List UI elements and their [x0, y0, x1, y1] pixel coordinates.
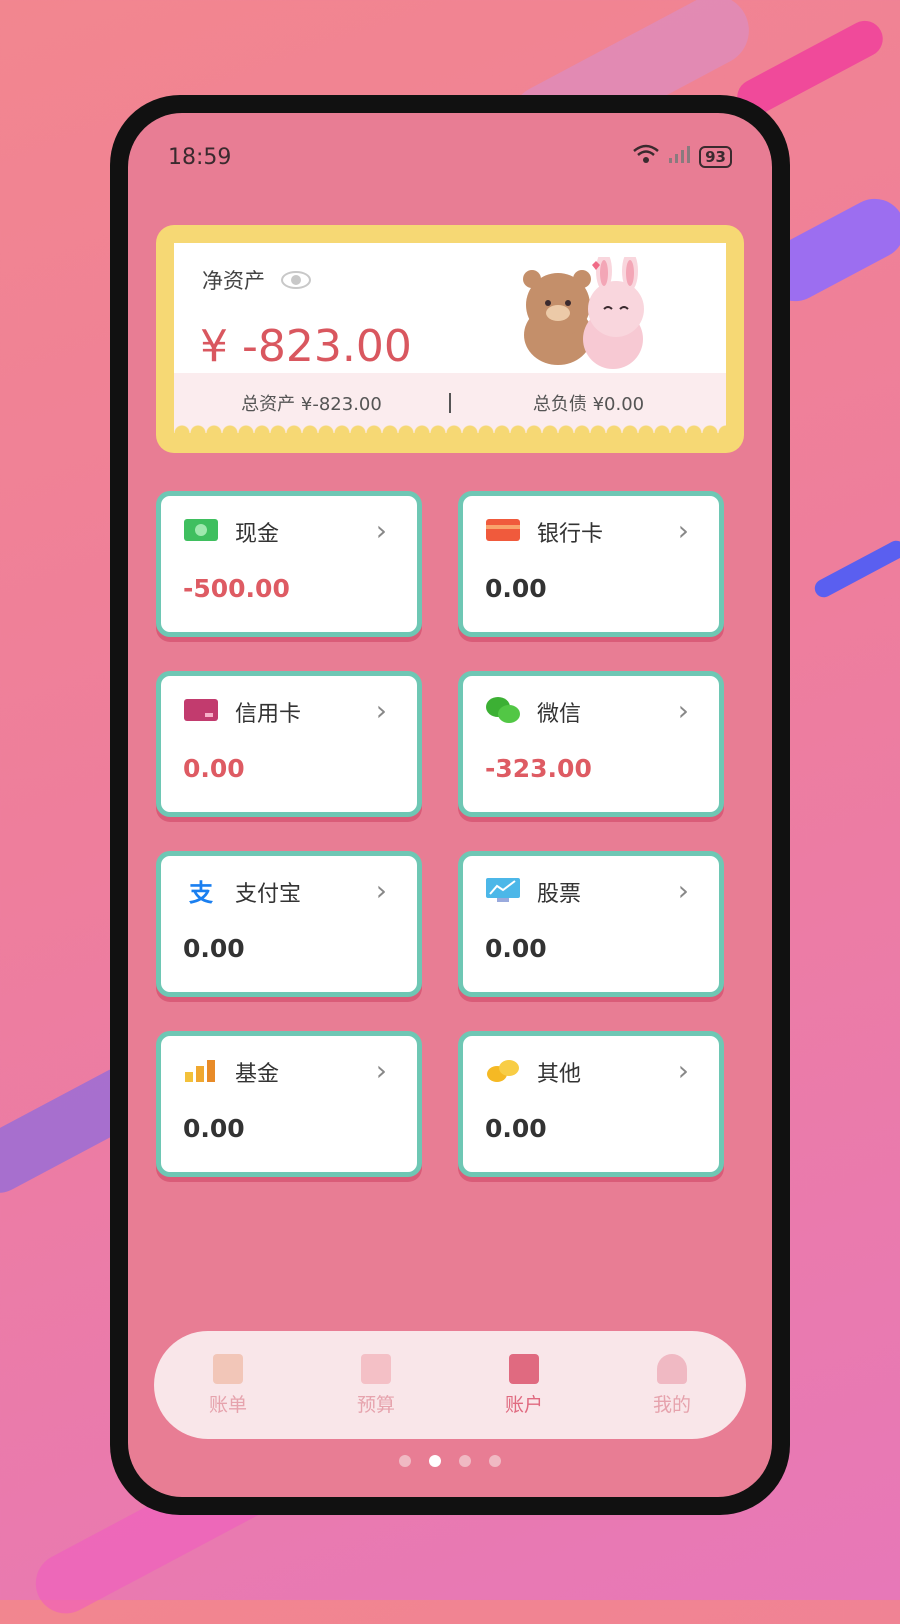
net-assets-header: 净资产 [202, 265, 311, 295]
account-card-alipay[interactable]: 支 支付宝 › 0.00 [156, 851, 422, 997]
page-indicator [128, 1455, 772, 1467]
eye-icon[interactable] [281, 271, 311, 289]
chevron-right-icon: › [375, 514, 387, 547]
chevron-right-icon: › [375, 874, 387, 907]
account-label: 微信 [537, 702, 582, 727]
page-dot [459, 1455, 471, 1467]
account-card-cash[interactable]: 现金 › -500.00 [156, 491, 422, 637]
chevron-right-icon: › [375, 694, 387, 727]
chevron-right-icon: › [375, 1054, 387, 1087]
phone-screen: 18:59 93 净资产 ¥ -823.00 总资产 ¥-823.00 总负债 … [128, 113, 772, 1497]
account-card-credit[interactable]: 信用卡 › 0.00 [156, 671, 422, 817]
status-time: 18:59 [168, 144, 232, 170]
net-assets-amount: ¥ -823.00 [200, 321, 412, 372]
chevron-right-icon: › [677, 1054, 689, 1087]
tab-label: 账单 [208, 1393, 247, 1416]
tab-label: 我的 [652, 1393, 691, 1416]
budget-icon [361, 1353, 391, 1384]
account-balance: 0.00 [183, 1114, 245, 1143]
account-balance: -500.00 [183, 574, 290, 603]
stock-icon [485, 876, 521, 904]
account-label: 股票 [537, 882, 582, 907]
tab-budget[interactable]: 预算 [326, 1353, 426, 1417]
chevron-right-icon: › [677, 874, 689, 907]
page-dot [399, 1455, 411, 1467]
account-balance: 0.00 [485, 934, 547, 963]
page-dot-active [429, 1455, 441, 1467]
tab-profile[interactable]: 我的 [622, 1353, 722, 1417]
account-card-wechat[interactable]: 微信 › -323.00 [458, 671, 724, 817]
account-label: 其他 [537, 1062, 582, 1087]
chevron-right-icon: › [677, 514, 689, 547]
account-label: 银行卡 [537, 522, 604, 547]
tab-bill[interactable]: 账单 [178, 1353, 278, 1417]
account-balance: -323.00 [485, 754, 592, 783]
account-label: 基金 [235, 1062, 280, 1087]
tab-label: 账户 [504, 1393, 543, 1416]
total-liabilities: 总负债 ¥0.00 [532, 394, 645, 415]
wifi-icon [633, 144, 659, 170]
account-balance: 0.00 [485, 1114, 547, 1143]
bg-stripe [811, 537, 900, 601]
bill-icon [213, 1353, 243, 1384]
tab-label: 预算 [356, 1393, 395, 1416]
chevron-right-icon: › [677, 694, 689, 727]
signal-icon [667, 144, 691, 170]
battery-indicator: 93 [699, 146, 732, 168]
phone-frame: 18:59 93 净资产 ¥ -823.00 总资产 ¥-823.00 总负债 … [110, 95, 790, 1515]
account-balance: 0.00 [183, 754, 245, 783]
bear-bunny-illustration [523, 257, 644, 369]
account-card-bank[interactable]: 银行卡 › 0.00 [458, 491, 724, 637]
account-label: 信用卡 [235, 702, 302, 727]
status-bar: 18:59 93 [168, 137, 732, 177]
alipay-icon: 支 [189, 878, 213, 907]
net-assets-title: 净资产 [202, 269, 265, 293]
wechat-icon [485, 696, 521, 724]
coins-icon [485, 1056, 521, 1084]
bottom-tab-bar: 账单 预算 账户 我的 [154, 1331, 746, 1439]
account-card-other[interactable]: 其他 › 0.00 [458, 1031, 724, 1177]
fund-icon [183, 1056, 219, 1084]
account-label: 现金 [235, 522, 280, 547]
account-balance: 0.00 [485, 574, 547, 603]
account-balance: 0.00 [183, 934, 245, 963]
page-dot [489, 1455, 501, 1467]
credit-card-icon [183, 696, 219, 724]
net-assets-panel: 净资产 ¥ -823.00 总资产 ¥-823.00 总负债 ¥0.00 [174, 243, 726, 433]
net-assets-summary: 总资产 ¥-823.00 总负债 ¥0.00 [174, 373, 726, 433]
cash-icon [183, 516, 219, 544]
account-icon [509, 1353, 539, 1384]
account-card-stock[interactable]: 股票 › 0.00 [458, 851, 724, 997]
profile-icon [657, 1353, 687, 1384]
tab-account[interactable]: 账户 [474, 1353, 574, 1417]
account-label: 支付宝 [235, 882, 302, 907]
bank-card-icon [485, 516, 521, 544]
net-assets-card[interactable]: 净资产 ¥ -823.00 总资产 ¥-823.00 总负债 ¥0.00 [156, 225, 744, 453]
account-card-fund[interactable]: 基金 › 0.00 [156, 1031, 422, 1177]
total-assets: 总资产 ¥-823.00 [241, 394, 382, 415]
